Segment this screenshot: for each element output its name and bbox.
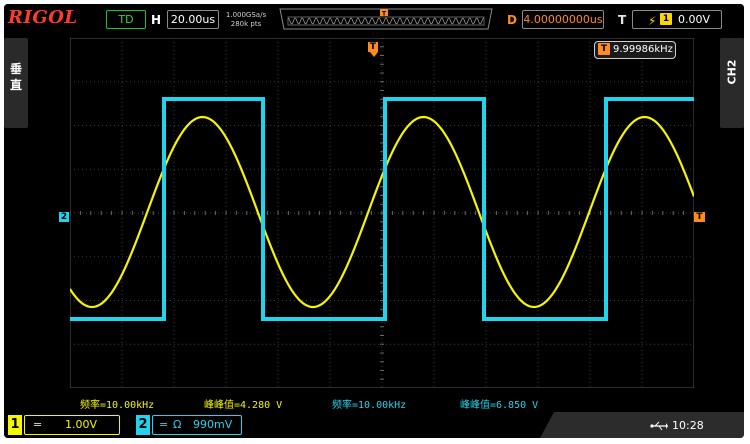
ch2-scale: 990mV bbox=[193, 418, 233, 431]
ch2-number[interactable]: 2 bbox=[136, 415, 150, 435]
trigger-source: 1 bbox=[660, 13, 672, 25]
rising-edge-icon: ⚡ bbox=[648, 14, 657, 28]
delay-label: D bbox=[507, 13, 517, 27]
ch1-number[interactable]: 1 bbox=[8, 415, 22, 435]
trigger-position-arrow-icon bbox=[370, 52, 378, 57]
ch2-coupling: = bbox=[159, 418, 169, 431]
top-status-bar: RIGOL TD H 20.00us 1.000GSa/s 280k pts T… bbox=[4, 4, 744, 34]
vertical-menu-tab[interactable]: 垂 直 bbox=[4, 38, 28, 128]
oscilloscope-screen: RIGOL TD H 20.00us 1.000GSa/s 280k pts T… bbox=[0, 0, 750, 444]
memory-overview-strip: T bbox=[279, 8, 493, 30]
vertical-tab-char-1: 垂 bbox=[9, 62, 22, 76]
waveform-area[interactable] bbox=[70, 38, 694, 388]
timebase-value[interactable]: 20.00us bbox=[167, 10, 219, 29]
ch2-ground-marker[interactable]: 2 bbox=[59, 212, 69, 222]
vertical-tab-char-2: 直 bbox=[9, 78, 22, 92]
ch2-frequency-measurement: 频率=10.00kHz bbox=[332, 400, 407, 411]
bottom-channel-bar: 1 = 1.00V 2 = Ω 990mV 10:28 bbox=[4, 412, 744, 438]
ch2-menu-tab[interactable]: CH2 bbox=[720, 38, 744, 128]
ch2-impedance: Ω bbox=[173, 418, 182, 431]
status-panel bbox=[540, 412, 744, 438]
trigger-label: T bbox=[618, 13, 627, 27]
ch2-vpp-measurement: 峰峰值=6.850 V bbox=[460, 400, 539, 411]
ch2-settings[interactable]: = Ω 990mV bbox=[152, 415, 242, 435]
counter-trigger-icon: T bbox=[598, 43, 610, 55]
brand-logo: RIGOL bbox=[8, 7, 78, 28]
trigger-level: 0.00V bbox=[678, 13, 711, 26]
ch1-scale: 1.00V bbox=[65, 418, 98, 431]
horizontal-label: H bbox=[151, 13, 162, 27]
ch1-frequency-measurement: 频率=10.00kHz bbox=[80, 400, 155, 411]
frequency-counter-badge: T 9.99986kHz bbox=[594, 41, 676, 59]
memory-depth: 280k pts bbox=[230, 20, 262, 28]
usb-icon bbox=[650, 421, 668, 431]
sample-rate: 1.000GSa/s bbox=[225, 11, 267, 19]
clock: 10:28 bbox=[672, 419, 704, 432]
counter-value: 9.99986kHz bbox=[613, 44, 673, 55]
trigger-level-marker[interactable]: T bbox=[694, 212, 705, 222]
ch1-settings[interactable]: = 1.00V bbox=[24, 415, 120, 435]
trigger-position-marker[interactable]: T bbox=[368, 42, 378, 52]
ch1-vpp-measurement: 峰峰值=4.280 V bbox=[204, 400, 283, 411]
ch1-coupling: = bbox=[33, 418, 43, 431]
delay-value[interactable]: 4.00000000us bbox=[522, 10, 604, 29]
oscilloscope-display: RIGOL TD H 20.00us 1.000GSa/s 280k pts T… bbox=[4, 4, 744, 438]
run-status-indicator[interactable]: TD bbox=[106, 10, 146, 29]
ch2-tab-label: CH2 bbox=[725, 59, 739, 85]
